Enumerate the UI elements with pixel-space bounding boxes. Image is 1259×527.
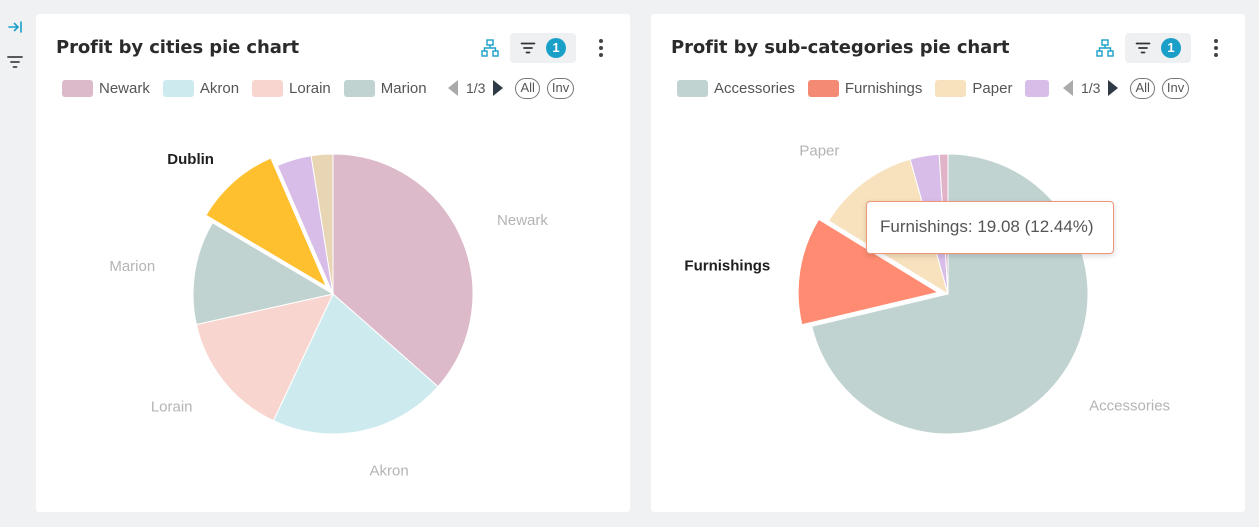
slice-label: Accessories: [1089, 398, 1170, 415]
pie-chart: Accessories Furnishings Paper: [684, 142, 1170, 435]
slice-label: Lorain: [151, 399, 193, 416]
chart-tooltip: Furnishings: 19.08 (12.44%): [866, 201, 1114, 254]
expand-panel-icon[interactable]: [6, 18, 24, 36]
slice-label: Marion: [109, 258, 155, 275]
slice-label: Akron: [370, 462, 409, 479]
chart-card-subcategories: Profit by sub-categories pie chart 1 Acc…: [651, 14, 1245, 512]
chart-card-cities: Profit by cities pie chart 1 Newark Akron…: [36, 14, 630, 512]
slice-label: Dublin: [167, 151, 214, 168]
slice-label: Newark: [497, 212, 548, 229]
pie-chart: Newark Akron Lorain Marion Dublin: [109, 151, 548, 479]
slice-label: Paper: [799, 142, 839, 159]
side-rail: [0, 0, 30, 527]
slice-label: Furnishings: [684, 258, 770, 275]
filter-icon[interactable]: [6, 53, 24, 71]
